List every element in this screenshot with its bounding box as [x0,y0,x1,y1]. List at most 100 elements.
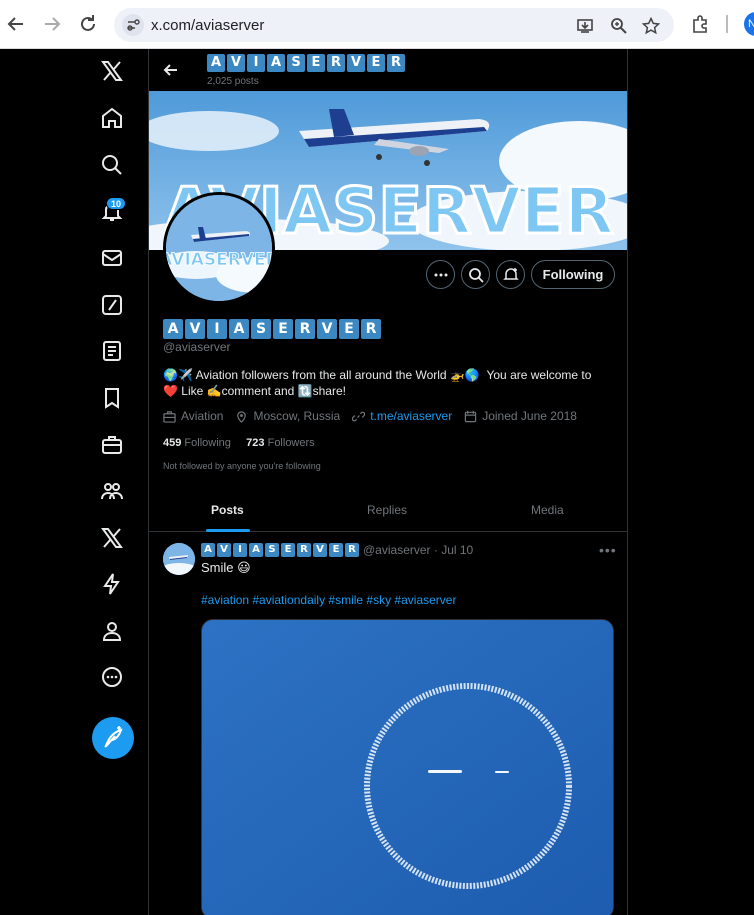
extensions-icon[interactable] [690,14,710,34]
name-letter-tile: S [287,54,305,72]
followers-link[interactable]: 723 Followers [246,437,315,449]
tweet[interactable]: AVIASERVER @aviaserver · Jul 10 ••• Smil… [149,533,627,915]
browser-profile-avatar[interactable]: N [744,12,754,36]
followers-label: Followers [267,437,315,449]
follow-stats: 459 Following 723 Followers [163,437,315,449]
name-letter-tile: R [327,54,345,72]
name-letter-tile: R [387,54,405,72]
search-profile-button[interactable] [461,260,490,289]
more-circle-icon[interactable] [100,665,126,691]
more-options-button[interactable] [426,260,455,289]
name-letter-tile: A [201,543,215,557]
profile-header: AVIASERVER 2,025 posts [149,49,627,91]
calendar-icon [465,410,477,422]
install-app-icon[interactable] [576,17,594,35]
category-text: Aviation [181,409,224,423]
address-bar[interactable]: x.com/aviaserver [114,8,674,42]
main-column: AVIASERVER 2,025 posts AVIASERVER VIASER… [148,49,628,915]
compose-post-button[interactable] [92,717,134,759]
tweet-handle-date: @aviaserver · Jul 10 [363,543,474,557]
name-letter-tile: E [329,543,343,557]
messages-envelope-icon[interactable] [100,246,126,272]
communities-icon[interactable] [100,479,126,505]
notifications-badge: 10 [106,197,126,210]
tweet-more-icon[interactable]: ••• [599,542,617,558]
search-icon [469,268,484,283]
bio-text: comment and [221,384,295,398]
feather-quill-icon [104,726,123,748]
tab-replies[interactable]: Replies [367,503,407,517]
search-icon[interactable] [100,153,126,179]
bio-emoji: 🌍✈️ [163,368,193,382]
tweet-author-name: AVIASERVER [201,543,359,557]
name-letter-tile: E [273,319,293,339]
bio-emoji: ❤️ [163,384,178,398]
name-letter-tile: V [217,543,231,557]
name-letter-tile: I [247,54,265,72]
lists-icon[interactable] [100,339,126,365]
grok-icon[interactable] [100,293,126,319]
tab-posts[interactable]: Posts [211,503,244,517]
jobs-briefcase-icon[interactable] [100,433,126,459]
name-letter-tile: V [347,54,365,72]
website-item[interactable]: t.me/aviaserver [352,409,452,423]
profile-meta: Aviation Moscow, Russia t.me/aviaserver … [163,409,589,423]
joined-text: Joined June 2018 [482,409,577,423]
followers-count: 723 [246,437,265,449]
tweet-hashtags[interactable]: #aviation #aviationdaily #smile #sky #av… [201,593,456,607]
tab-media[interactable]: Media [531,503,564,517]
name-letter-tile: A [249,543,263,557]
name-letter-tile: A [163,319,183,339]
avatar-text: AVIASERVER [166,250,272,270]
tweet-author[interactable]: AVIASERVER @aviaserver · Jul 10 [201,543,473,557]
name-letter-tile: V [317,319,337,339]
following-link[interactable]: 459 Following [163,437,231,449]
name-letter-tile: E [307,54,325,72]
name-letter-tile: A [229,319,249,339]
bio-text: Aviation followers from the all around t… [195,368,447,382]
bio-emoji: ✍️ [206,384,222,398]
name-letter-tile: R [361,319,381,339]
name-letter-tile: V [313,543,327,557]
name-letter-tile: S [251,319,271,339]
name-letter-tile: V [227,54,245,72]
profile-avatar[interactable]: AVIASERVER [163,192,275,304]
tweet-text: Smile 😃 [201,560,251,575]
name-letter-tile: E [281,543,295,557]
site-info-icon[interactable] [122,14,144,36]
profile-bio: 🌍✈️ Aviation followers from the all arou… [163,367,613,399]
back-arrow-icon[interactable] [161,60,181,80]
briefcase-icon [163,410,176,423]
bio-emoji: 🚁🌎 [449,368,480,382]
premium-x-icon[interactable] [100,526,126,552]
following-label: Following [184,437,231,449]
bio-text: You are welcome to [486,368,592,382]
name-letter-tile: R [297,543,311,557]
bookmark-star-icon[interactable] [641,16,661,35]
notify-bell-button[interactable] [496,260,525,289]
bookmarks-icon[interactable] [100,386,126,412]
tweet-avatar[interactable] [163,543,195,575]
active-tab-indicator [206,529,250,532]
website-link[interactable]: t.me/aviaserver [370,409,452,423]
location-pin-icon [237,410,247,423]
name-letter-tile: V [185,319,205,339]
x-logo-icon[interactable] [100,59,126,85]
profile-name: AVIASERVER [163,319,381,339]
verified-orgs-bolt-icon[interactable] [100,572,126,598]
home-icon[interactable] [100,106,126,132]
bio-line-1: 🌍✈️ Aviation followers from the all arou… [163,367,613,383]
zoom-icon[interactable] [610,17,628,35]
link-icon [352,411,366,421]
forward-arrow-icon[interactable] [40,12,64,36]
reload-icon[interactable] [76,12,100,36]
not-followed-note: Not followed by anyone you're following [163,461,321,471]
profile-person-icon[interactable] [100,619,126,645]
bio-text: Like [181,384,204,398]
joined-item: Joined June 2018 [464,409,577,423]
following-button[interactable]: Following [531,260,615,289]
tweet-media-image[interactable] [201,619,614,915]
name-letter-tile: I [207,319,227,339]
back-arrow-icon[interactable] [4,12,28,36]
name-letter-tile: R [345,543,359,557]
